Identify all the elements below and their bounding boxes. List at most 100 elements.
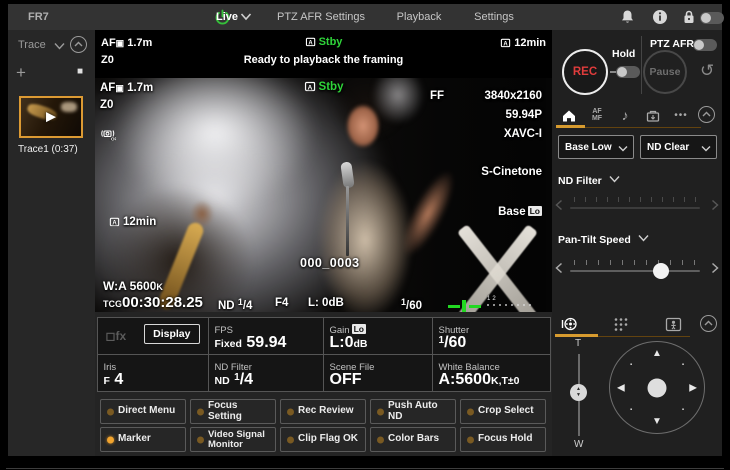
zoom-slider: T ▲▼ W bbox=[564, 338, 594, 450]
af-area-icon: ▣ bbox=[115, 83, 124, 93]
stop-trace-button[interactable]: ■ bbox=[77, 67, 83, 77]
pan-tilt-up-right-button[interactable]: ▪ bbox=[682, 362, 684, 368]
settings-tab-row: AFMF ♪ ••• bbox=[552, 104, 722, 128]
add-trace-button[interactable]: + bbox=[16, 64, 26, 81]
ptz-tab-row bbox=[552, 313, 722, 337]
focus-setting-button[interactable]: Focus Setting bbox=[190, 399, 276, 424]
notifications-bell-icon[interactable] bbox=[620, 9, 635, 25]
push-auto-nd-button[interactable]: Push Auto ND bbox=[370, 399, 456, 424]
info-icon[interactable] bbox=[652, 9, 668, 25]
tilt-down-button[interactable]: ▼ bbox=[652, 416, 662, 427]
chevron-down-icon bbox=[638, 234, 649, 242]
tab-settings[interactable]: Settings bbox=[474, 4, 514, 30]
iris-cell[interactable]: Iris F 4 bbox=[97, 354, 209, 392]
active-tab-underline bbox=[555, 334, 598, 337]
pan-tilt-up-left-button[interactable]: ▪ bbox=[630, 362, 632, 368]
look-overlay: S-Cinetone bbox=[481, 166, 542, 178]
trace-collapse-icon[interactable] bbox=[70, 36, 87, 53]
direct-menu-button[interactable]: Direct Menu bbox=[100, 399, 186, 424]
trace-sidebar: Trace + ■ ▶ Trace1 (0:37) bbox=[8, 30, 95, 456]
pan-tilt-slider-handle[interactable] bbox=[653, 263, 669, 279]
svg-text:OFF: OFF bbox=[111, 137, 116, 142]
pause-button[interactable]: Pause bbox=[643, 50, 687, 94]
pan-tilt-down-left-button[interactable]: ▪ bbox=[630, 407, 632, 413]
zoom-position-overlay: Z0 bbox=[100, 99, 113, 111]
rec-button[interactable]: REC bbox=[562, 49, 608, 95]
tab-ptz-afr-settings[interactable]: PTZ AFR Settings bbox=[277, 4, 365, 30]
tab-live[interactable]: Live bbox=[216, 4, 238, 30]
framerate-overlay: 59.94P bbox=[506, 109, 542, 121]
tab-media-icon[interactable] bbox=[641, 104, 665, 126]
power-chevron-icon[interactable] bbox=[240, 12, 252, 21]
zoom-slider-handle[interactable]: ▲▼ bbox=[570, 384, 587, 401]
pan-right-button[interactable]: ▶ bbox=[689, 382, 697, 393]
trace-icon: A bbox=[109, 216, 120, 227]
rec-hold-toggle[interactable] bbox=[616, 66, 640, 78]
tab-afmf-icon[interactable]: AFMF bbox=[585, 104, 609, 126]
video-signal-monitor-button[interactable]: Video Signal Monitor bbox=[190, 427, 276, 452]
pan-tilt-slider-right-chevron[interactable] bbox=[711, 262, 719, 274]
nd-preset-select[interactable]: ND Clear bbox=[640, 135, 717, 159]
color-bars-button[interactable]: Color Bars bbox=[370, 427, 456, 452]
chevron-down-icon bbox=[701, 145, 711, 152]
base-iso-select[interactable]: Base Low bbox=[558, 135, 634, 159]
marker-button[interactable]: Marker bbox=[100, 427, 186, 452]
scene-file-cell[interactable]: Scene File OFF bbox=[323, 354, 433, 392]
pan-tilt-slider-left-chevron[interactable] bbox=[555, 262, 563, 274]
status-dot bbox=[377, 408, 384, 415]
display-cell: ◻fx Display bbox=[97, 317, 209, 355]
reset-icon[interactable]: ↺ bbox=[700, 61, 714, 81]
tilt-up-button[interactable]: ▲ bbox=[652, 348, 662, 359]
rec-review-button[interactable]: Rec Review bbox=[280, 399, 366, 424]
ptz-afr-toggle[interactable] bbox=[693, 39, 717, 51]
app-root: FR7 Live PTZ AFR Settings Playback Setti… bbox=[8, 4, 722, 456]
lock-toggle[interactable] bbox=[700, 12, 724, 24]
tab-tracking-icon[interactable] bbox=[661, 313, 685, 335]
nd-slider-right-chevron[interactable] bbox=[711, 199, 719, 211]
audio-level-meter: 1 2 bbox=[487, 296, 531, 306]
trace-icon: A bbox=[500, 37, 511, 48]
tab-home-icon[interactable] bbox=[557, 104, 581, 126]
nd-filter-cell[interactable]: ND Filter ND 1/4 bbox=[208, 354, 324, 392]
fps-cell[interactable]: FPS Fixed 59.94 bbox=[208, 317, 324, 355]
timecode-overlay: TCG00:30:28.25 bbox=[103, 294, 203, 311]
tab-more-icon[interactable]: ••• bbox=[669, 104, 693, 126]
gain-cell[interactable]: GainLo L:0dB bbox=[323, 317, 433, 355]
tab-joystick-icon[interactable] bbox=[557, 313, 581, 335]
focus-hold-button[interactable]: Focus Hold bbox=[460, 427, 546, 452]
clip-flag-ok-button[interactable]: Clip Flag OK bbox=[280, 427, 366, 452]
window-frame: FR7 Live PTZ AFR Settings Playback Setti… bbox=[0, 0, 730, 470]
control-panel: REC Hold PTZ AFR Pause ↺ AFMF ♪ ••• bbox=[552, 30, 722, 456]
clip-name-overlay: 000_0003 bbox=[300, 256, 360, 270]
nd-slider-left-chevron[interactable] bbox=[555, 199, 563, 211]
audio-ch1-label: 1 bbox=[487, 296, 490, 303]
crop-select-button[interactable]: Crop Select bbox=[460, 399, 546, 424]
trace-chevron-down-icon[interactable] bbox=[54, 42, 65, 50]
camera-video-monitor[interactable]: AF▣ 1.7m Z0 OFF AStby FF 3840x2160 59.94… bbox=[95, 78, 552, 312]
pan-tilt-speed-section-label: Pan-Tilt Speed bbox=[558, 234, 649, 246]
monitor-column: AF▣ 1.7m Z0 AStby Ready to playback the … bbox=[95, 30, 552, 456]
status-dot bbox=[287, 436, 294, 443]
status-strip: AF▣ 1.7m Z0 AStby Ready to playback the … bbox=[95, 30, 552, 78]
white-balance-cell[interactable]: White Balance A:5600K,T±0 bbox=[432, 354, 551, 392]
tab-preset-positions-icon[interactable] bbox=[609, 313, 633, 335]
top-bar: FR7 Live PTZ AFR Settings Playback Setti… bbox=[8, 4, 722, 30]
hold-label: Hold bbox=[612, 48, 635, 60]
iris-overlay: F4 bbox=[275, 297, 288, 309]
status-dot bbox=[377, 436, 384, 443]
panel-collapse-icon[interactable] bbox=[698, 106, 715, 123]
nd-overlay: ND 1/4 bbox=[218, 297, 252, 312]
tab-playback[interactable]: Playback bbox=[397, 4, 442, 30]
dpad-center-button[interactable] bbox=[648, 378, 667, 397]
pan-tilt-down-right-button[interactable]: ▪ bbox=[682, 407, 684, 413]
nd-filter-slider bbox=[552, 195, 722, 221]
pan-left-button[interactable]: ◀ bbox=[617, 382, 625, 393]
ptz-collapse-icon[interactable] bbox=[700, 315, 717, 332]
display-button[interactable]: Display bbox=[144, 324, 199, 344]
svg-text:A: A bbox=[504, 42, 509, 48]
steadyshot-off-icon: OFF bbox=[100, 128, 116, 141]
trace-remaining-status: A12min bbox=[500, 37, 546, 49]
trace-clip-thumbnail[interactable]: ▶ bbox=[19, 96, 83, 138]
tab-audio-icon[interactable]: ♪ bbox=[613, 104, 637, 126]
shutter-cell[interactable]: Shutter 1/60 bbox=[432, 317, 551, 355]
